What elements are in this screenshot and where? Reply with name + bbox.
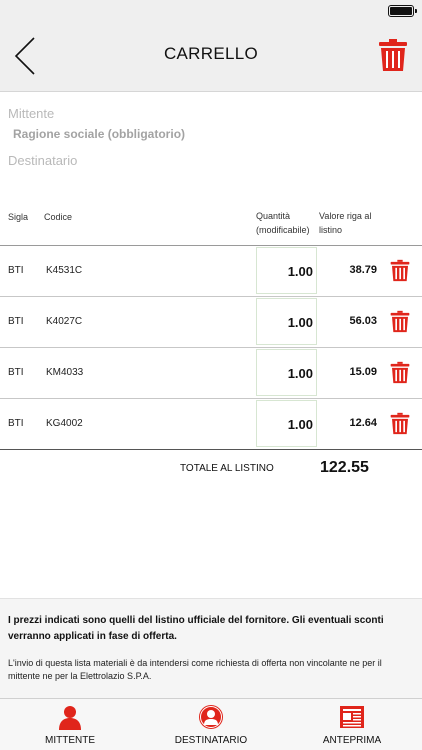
address-form: Mittente Ragione sociale (obbligatorio) … [0,92,422,202]
quantity-value: 1.00 [287,264,313,279]
tab-bar: MITTENTE DESTINATARIO ANTEPRIMA [0,698,422,750]
column-header-quantita: Quantità (modificabile) [256,209,316,237]
battery-icon [388,5,417,17]
disclaimer-legal-note: L'invio di questa lista materiali è da i… [8,658,382,681]
clear-cart-button[interactable] [378,38,408,72]
destinatario-field[interactable]: Destinatario [8,153,77,168]
trash-icon [390,361,410,384]
quantity-input[interactable]: 1.00 [256,349,317,396]
navigation-bar: CARRELLO [0,20,422,92]
person-circle-icon [199,705,223,729]
cart-items-list: BTI K4531C 1.00 38.79 BTI K4027C 1.00 56… [0,246,422,450]
trash-icon [390,310,410,333]
column-header-valore-line2: listino [319,225,343,235]
delete-row-button[interactable] [390,310,410,333]
table-row: BTI K4027C 1.00 56.03 [0,297,422,348]
ragione-sociale-field[interactable]: Ragione sociale (obbligatorio) [13,127,185,141]
quantity-value: 1.00 [287,315,313,330]
trash-icon [379,39,407,71]
newspaper-icon [340,706,364,728]
row-valore: 12.64 [349,417,377,429]
row-valore: 56.03 [349,315,377,327]
status-bar [0,0,422,20]
tab-label: DESTINATARIO [174,735,248,746]
table-row: BTI KM4033 1.00 15.09 [0,348,422,399]
table-row: BTI K4531C 1.00 38.79 [0,246,422,297]
delete-row-button[interactable] [390,259,410,282]
row-codice: K4531C [46,265,83,276]
trash-icon [390,412,410,435]
column-header-quantita-line1: Quantità [256,211,291,221]
totale-value: 122.55 [320,459,369,476]
row-valore: 15.09 [349,366,377,378]
quantity-input[interactable]: 1.00 [256,298,317,345]
trash-icon [390,259,410,282]
column-header-codice: Codice [44,212,73,222]
mittente-field[interactable]: Mittente [8,106,54,121]
totale-label: TOTALE AL LISTINO [180,463,274,474]
quantity-value: 1.00 [287,366,313,381]
table-row: BTI KG4002 1.00 12.64 [0,399,422,450]
row-valore: 38.79 [349,264,377,276]
tab-destinatario[interactable]: DESTINATARIO [141,699,281,750]
quantity-input[interactable]: 1.00 [256,400,317,447]
person-icon [59,706,81,730]
row-sigla: BTI [8,316,24,327]
disclaimer-box: I prezzi indicati sono quelli del listin… [0,598,422,698]
column-header-quantita-line2: (modificabile) [256,225,310,235]
row-sigla: BTI [8,367,24,378]
tab-anteprima[interactable]: ANTEPRIMA [282,699,422,750]
tab-label: ANTEPRIMA [322,735,382,746]
totale-row: TOTALE AL LISTINO 122.55 [0,450,422,486]
tab-mittente[interactable]: MITTENTE [0,699,140,750]
column-header-sigla: Sigla [8,212,29,222]
page-title: CARRELLO [163,44,259,63]
table-header: Sigla Codice Quantità (modificabile) Val… [0,202,422,246]
tab-label: MITTENTE [45,735,95,746]
delete-row-button[interactable] [390,412,410,435]
quantity-value: 1.00 [287,417,313,432]
row-codice: KG4002 [46,418,83,429]
row-codice: KM4033 [46,367,84,378]
delete-row-button[interactable] [390,361,410,384]
row-codice: K4027C [46,316,83,327]
row-sigla: BTI [8,418,24,429]
column-header-valore-line1: Valore riga al [319,211,372,221]
quantity-input[interactable]: 1.00 [256,247,317,294]
row-sigla: BTI [8,265,24,276]
disclaimer-prices-note: I prezzi indicati sono quelli del listin… [8,615,384,642]
column-header-valore: Valore riga al listino [319,209,381,237]
